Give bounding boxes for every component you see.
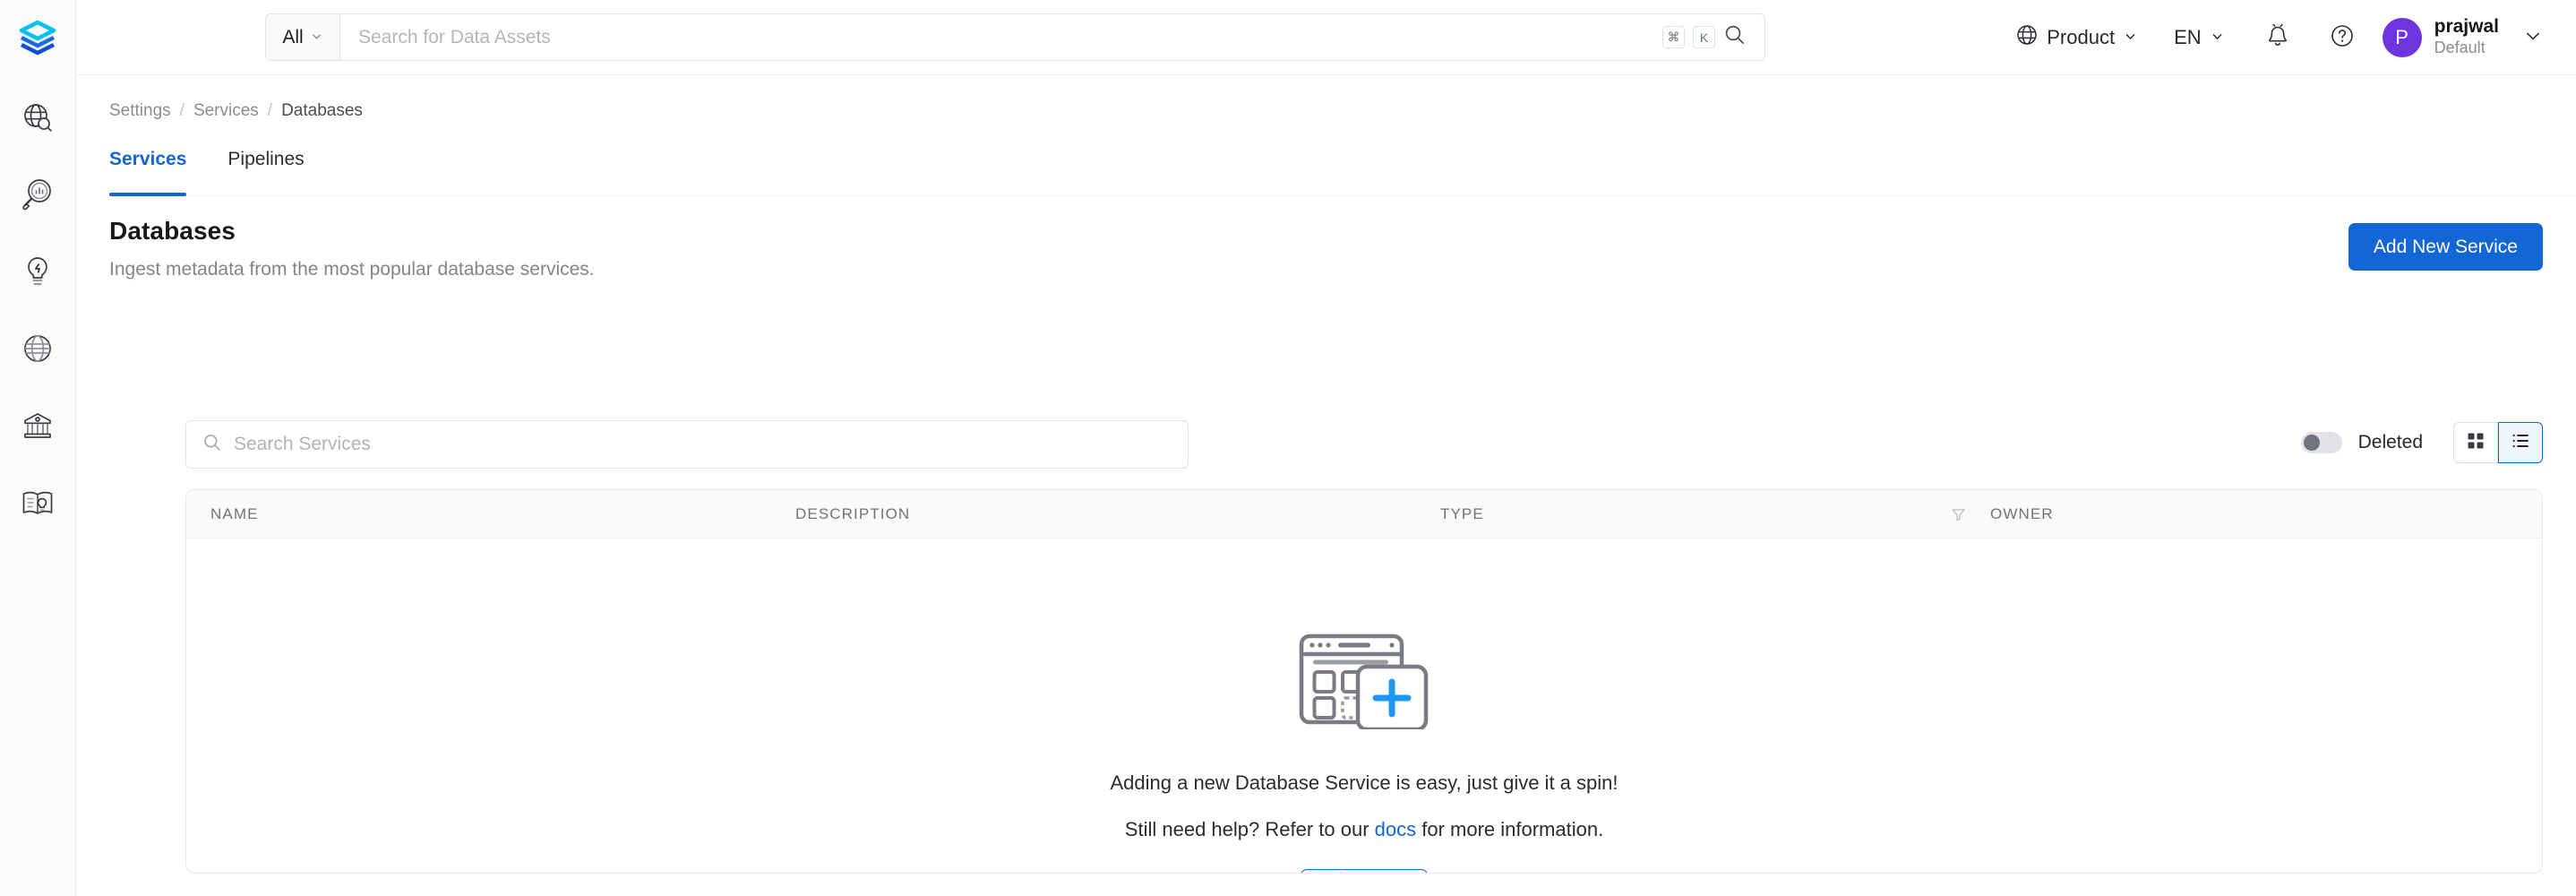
table-header-row: NAME DESCRIPTION TYPE OWNER [186,490,2542,538]
openmetadata-logo[interactable] [13,14,63,65]
add-service-illustration [1297,633,1431,734]
avatar-initial: P [2395,26,2409,49]
empty-state-help: Still need help? Refer to our docs for m… [1125,818,1603,841]
page-header: Databases Ingest metadata from the most … [109,217,2543,280]
add-new-service-button[interactable]: Add New Service [2348,223,2543,271]
tab-pipelines[interactable]: Pipelines [228,149,304,195]
notifications-button[interactable] [2264,22,2291,54]
page-subtitle: Ingest metadata from the most popular da… [109,259,2543,280]
breadcrumb-item-services[interactable]: Services [193,101,259,121]
book-lightbulb-icon [21,486,55,524]
grid-view-icon [2466,431,2486,455]
sidebar-item-insights[interactable] [17,253,58,294]
add-service-button-label: Add [1362,871,1395,874]
docs-link[interactable]: docs [1375,818,1416,840]
chevron-down-icon [2522,35,2544,50]
view-switcher [2453,422,2543,463]
globe-search-icon [21,100,55,139]
view-controls: Deleted [2301,422,2543,463]
globe-icon [2015,23,2039,52]
service-search-box[interactable] [185,420,1189,469]
user-role: Default [2434,38,2499,58]
page-content: Settings / Services / Databases Services… [76,75,2576,896]
search-icon [202,433,222,457]
avatar: P [2383,18,2422,57]
user-name: prajwal [2434,16,2499,38]
service-search-input[interactable] [234,434,1172,455]
plus-icon [1332,870,1350,874]
magnifier-chart-icon [21,177,55,216]
bell-icon [2264,38,2291,53]
lightbulb-icon [21,254,55,293]
left-sidebar [0,0,76,896]
search-scope-label: All [282,27,303,48]
column-header-owner[interactable]: OWNER [1990,490,2054,538]
page-title: Databases [109,217,2543,246]
language-menu-label: EN [2174,26,2202,49]
breadcrumb-separator: / [180,101,185,121]
sidebar-nav [17,99,58,525]
empty-help-suffix: for more information. [1416,818,1603,840]
empty-help-prefix: Still need help? Refer to our [1125,818,1375,840]
empty-state: Adding a new Database Service is easy, j… [186,538,2542,873]
list-view-button[interactable] [2498,422,2543,463]
deleted-toggle-label: Deleted [2358,432,2423,453]
user-info: prajwal Default [2434,16,2499,59]
search-scope-dropdown[interactable]: All [266,14,340,60]
help-button[interactable] [2329,22,2356,54]
breadcrumb-separator: / [268,101,272,121]
bank-icon [21,409,55,447]
table-controls: Deleted [185,420,2543,469]
column-header-name[interactable]: NAME [210,490,259,538]
sidebar-item-govern[interactable] [17,407,58,448]
user-menu-chevron[interactable] [2522,25,2544,51]
kbd-cmd-badge: ⌘ [1662,26,1685,48]
top-bar: All ⌘ K [76,0,2576,75]
search-icon[interactable] [1723,23,1747,51]
breadcrumb-item-databases: Databases [281,101,363,121]
help-circle-icon [2329,38,2356,53]
sidebar-item-explore[interactable] [17,99,58,140]
column-header-type[interactable]: TYPE [1440,490,1484,538]
list-view-icon [2511,431,2530,455]
top-bar-actions: Product EN [2015,0,2576,75]
product-menu[interactable]: Product [2015,23,2138,52]
deleted-toggle[interactable] [2301,432,2342,453]
chevron-down-icon [310,27,323,48]
global-search-bar[interactable]: All ⌘ K [265,13,1765,61]
add-service-button[interactable]: Add [1301,869,1427,874]
sidebar-item-domains[interactable] [17,330,58,371]
product-menu-label: Product [2047,26,2115,49]
sidebar-item-glossary[interactable] [17,484,58,525]
breadcrumb: Settings / Services / Databases [109,101,363,121]
tab-services[interactable]: Services [109,149,186,195]
tab-bar: Services Pipelines [109,149,2576,196]
search-input[interactable] [340,14,1662,60]
type-filter-icon[interactable] [1951,490,1966,538]
grid-view-button[interactable] [2453,422,2498,463]
breadcrumb-item-settings[interactable]: Settings [109,101,171,121]
kbd-k-badge: K [1693,26,1715,48]
globe-icon [21,332,55,370]
column-header-description[interactable]: DESCRIPTION [795,490,910,538]
user-menu[interactable]: P prajwal Default [2383,16,2499,59]
language-menu[interactable]: EN [2174,26,2225,49]
services-table: NAME DESCRIPTION TYPE OWNER [185,489,2543,874]
search-shortcuts: ⌘ K [1662,23,1765,51]
chevron-down-icon [2210,26,2225,49]
sidebar-item-observability[interactable] [17,176,58,217]
chevron-down-icon [2123,26,2138,49]
empty-state-message: Adding a new Database Service is easy, j… [1110,771,1618,795]
